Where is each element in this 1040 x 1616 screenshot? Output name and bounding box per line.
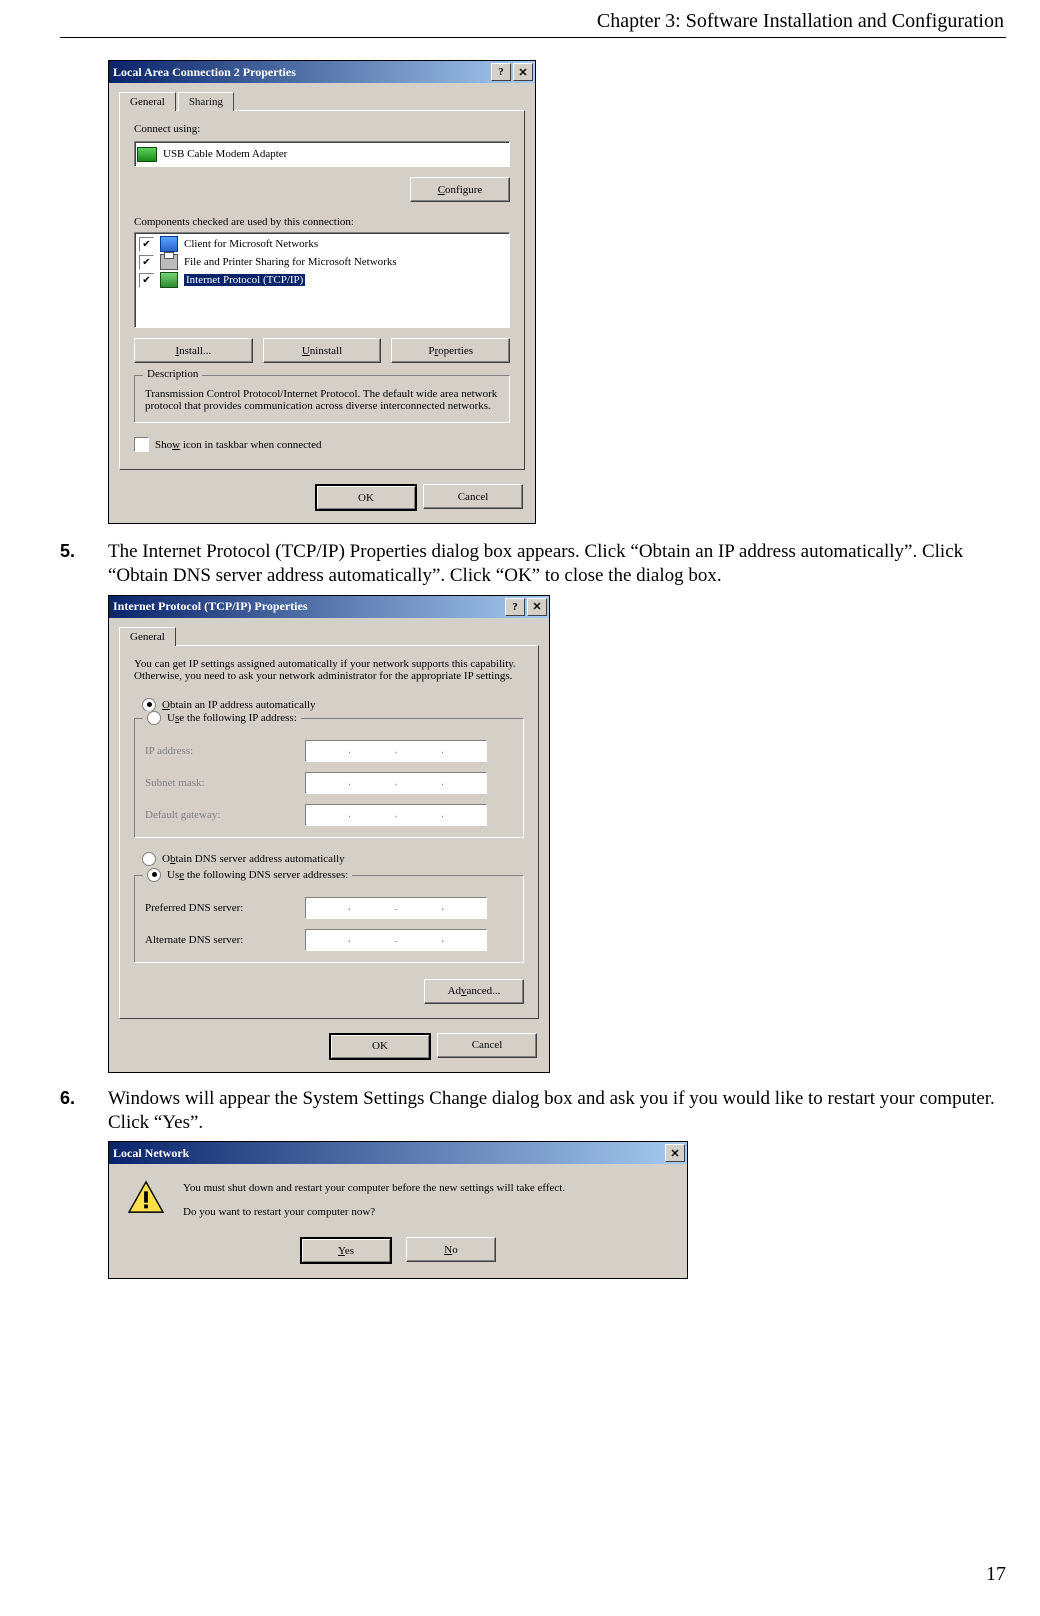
radio-manual-ip-label: Use the following IP address:Use the fol…	[167, 712, 297, 724]
component-label: File and Printer Sharing for Microsoft N…	[184, 256, 397, 268]
alternate-dns-label: Alternate DNS server:	[145, 934, 305, 946]
radio-manual-dns-label: Use the following DNS server addresses:U…	[167, 869, 348, 881]
checkbox-icon[interactable]	[134, 437, 149, 452]
ip-address-label: IP address:	[145, 745, 305, 757]
alternate-dns-field[interactable]: ...	[305, 929, 487, 951]
dlg2-title: Internet Protocol (TCP/IP) Properties	[113, 599, 308, 614]
page-number: 17	[986, 1563, 1006, 1586]
checkbox-icon[interactable]: ✔	[139, 273, 154, 288]
dlg1-title: Local Area Connection 2 Properties	[113, 65, 296, 80]
adapter-name: USB Cable Modem Adapter	[163, 148, 287, 160]
restart-msg-line1: You must shut down and restart your comp…	[183, 1180, 565, 1198]
close-icon[interactable]: ✕	[513, 63, 533, 81]
cancel-button[interactable]: Cancel	[423, 484, 523, 509]
network-client-icon	[160, 236, 178, 252]
radio-icon[interactable]	[142, 852, 156, 866]
radio-icon[interactable]	[147, 711, 161, 725]
yes-button[interactable]: YesYes	[300, 1237, 392, 1264]
radio-auto-dns-label: Obtain DNS server address automaticallyO…	[162, 853, 345, 865]
subnet-mask-field[interactable]: ...	[305, 772, 487, 794]
ok-button[interactable]: OK	[329, 1033, 431, 1060]
checkbox-icon[interactable]: ✔	[139, 255, 154, 270]
tcpip-intro-text: You can get IP settings assigned automat…	[134, 658, 524, 682]
component-label: Client for Microsoft Networks	[184, 238, 318, 250]
close-icon[interactable]: ✕	[527, 598, 547, 616]
help-icon[interactable]: ?	[491, 63, 511, 81]
tab-general[interactable]: General	[119, 92, 176, 111]
component-label-selected: Internet Protocol (TCP/IP)	[184, 274, 305, 286]
advanced-button[interactable]: Advanced...Advanced...	[424, 979, 524, 1004]
lan-properties-dialog: Local Area Connection 2 Properties ? ✕ G…	[108, 60, 536, 524]
restart-msg-line2: Do you want to restart your computer now…	[183, 1204, 565, 1222]
install-button[interactable]: Install...Install...	[134, 338, 253, 363]
component-row-client[interactable]: ✔ Client for Microsoft Networks	[135, 235, 509, 253]
step-5-text: The Internet Protocol (TCP/IP) Propertie…	[108, 540, 1006, 589]
close-icon[interactable]: ✕	[665, 1144, 685, 1162]
preferred-dns-field[interactable]: ...	[305, 897, 487, 919]
components-label: Components checked are used by this conn…	[134, 216, 510, 228]
checkbox-icon[interactable]: ✔	[139, 237, 154, 252]
restart-dialog: Local Network ✕ You must shut down and r…	[108, 1141, 688, 1279]
adapter-icon	[137, 147, 157, 162]
printer-icon	[160, 254, 178, 270]
step-number: 6.	[60, 1087, 108, 1109]
subnet-mask-label: Subnet mask:	[145, 777, 305, 789]
dlg1-titlebar[interactable]: Local Area Connection 2 Properties ? ✕	[109, 61, 535, 83]
radio-icon[interactable]	[142, 698, 156, 712]
dlg3-title: Local Network	[113, 1146, 189, 1161]
help-icon[interactable]: ?	[505, 598, 525, 616]
tab-general[interactable]: General	[119, 627, 176, 646]
description-legend: Description	[143, 368, 202, 380]
step-number: 5.	[60, 540, 108, 562]
gateway-label: Default gateway:	[145, 809, 305, 821]
warning-icon	[127, 1180, 165, 1214]
dlg2-titlebar[interactable]: Internet Protocol (TCP/IP) Properties ? …	[109, 596, 549, 618]
radio-icon[interactable]	[147, 868, 161, 882]
tab-sharing[interactable]: Sharing	[178, 92, 234, 111]
header-rule	[60, 37, 1006, 38]
tcpip-icon	[160, 272, 178, 288]
radio-auto-ip-label: Obtain an IP address automaticallyObtain…	[162, 699, 316, 711]
component-row-tcpip[interactable]: ✔ Internet Protocol (TCP/IP)	[135, 271, 509, 289]
uninstall-button[interactable]: UninstallUninstall	[263, 338, 382, 363]
step-6-text: Windows will appear the System Settings …	[108, 1087, 1006, 1136]
running-head: Chapter 3: Software Installation and Con…	[60, 10, 1006, 33]
configure-button[interactable]: CConfigureonfigure	[410, 177, 510, 202]
dlg3-titlebar[interactable]: Local Network ✕	[109, 1142, 687, 1164]
no-button[interactable]: NoNo	[406, 1237, 496, 1262]
connect-using-label: Connect using:	[134, 123, 510, 135]
properties-button[interactable]: PropertiesProperties	[391, 338, 510, 363]
ip-address-field[interactable]: ...	[305, 740, 487, 762]
gateway-field[interactable]: ...	[305, 804, 487, 826]
component-row-fileprint[interactable]: ✔ File and Printer Sharing for Microsoft…	[135, 253, 509, 271]
description-text: Transmission Control Protocol/Internet P…	[145, 388, 499, 412]
cancel-button[interactable]: Cancel	[437, 1033, 537, 1058]
show-icon-label: Show icon in taskbar when connectedShow …	[155, 439, 322, 451]
tcpip-properties-dialog: Internet Protocol (TCP/IP) Properties ? …	[108, 595, 550, 1073]
preferred-dns-label: Preferred DNS server:	[145, 902, 305, 914]
ok-button[interactable]: OK	[315, 484, 417, 511]
